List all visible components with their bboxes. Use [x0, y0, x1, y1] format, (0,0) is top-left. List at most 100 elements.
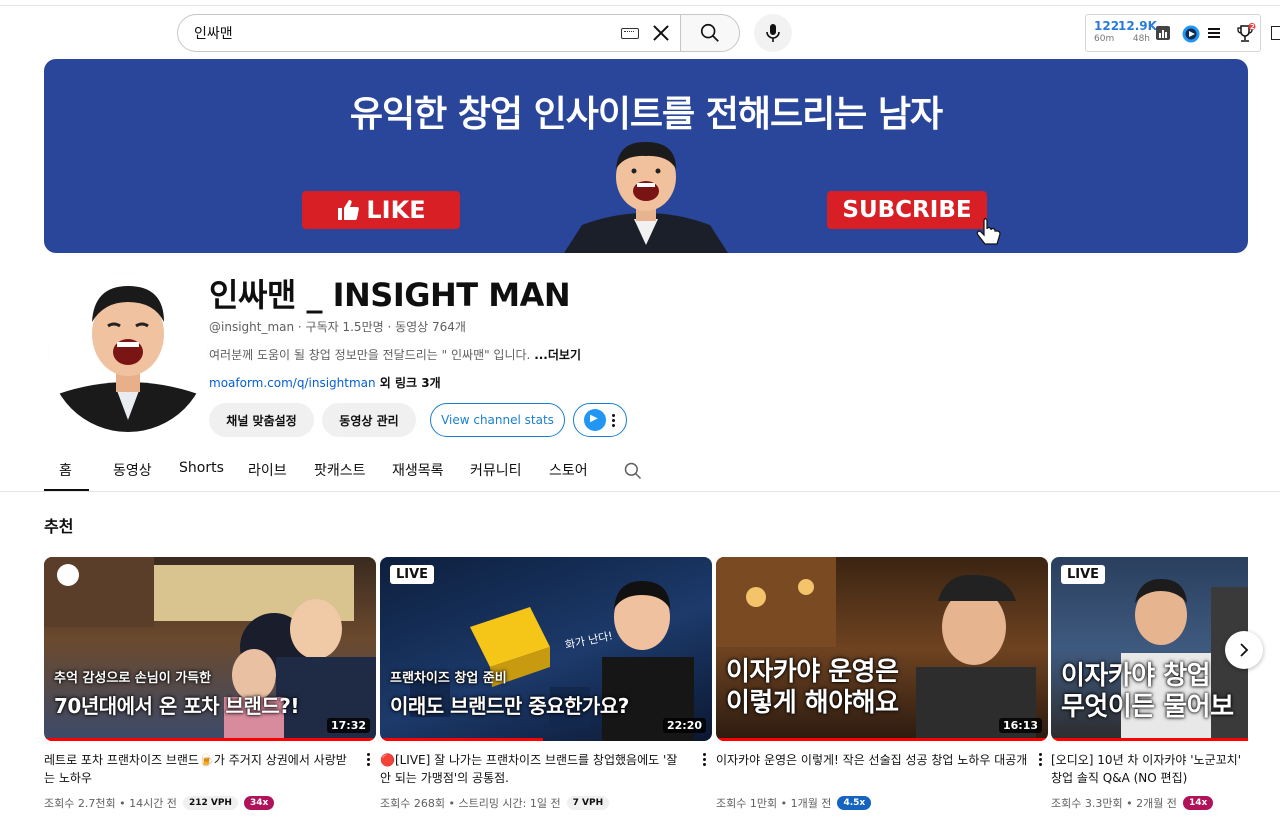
top-divider — [0, 0, 1280, 6]
video-title[interactable]: [오디오] 10년 차 이자카야 '노군꼬치' 창업 솔직 Q&A (NO 편집… — [1051, 751, 1248, 787]
manage-videos-button[interactable]: 동영상 관리 — [322, 403, 416, 437]
caption-small: 프랜차이즈 창업 준비 — [390, 671, 507, 686]
tab-podcasts[interactable]: 팟캐스트 — [314, 460, 366, 480]
banner-subscribe-graphic: SUBCRIBE — [827, 191, 987, 229]
stat-realtime-value: 122 — [1094, 19, 1120, 33]
channel-links: moaform.com/q/insightman 외 링크 3개 — [209, 374, 441, 391]
caption-small: 추억 감성으로 손님이 가득한 — [54, 671, 212, 686]
search-query[interactable]: 인싸맨 — [194, 23, 621, 43]
outlier-badge: 34x — [243, 796, 275, 810]
watch-progress-bar — [44, 738, 376, 741]
banner-title: 유익한 창업 인사이트를 전해드리는 남자 — [349, 94, 943, 135]
caption-large: 이래도 브랜드만 중요한가요? — [390, 694, 629, 718]
channel-meta: @insight_man · 구독자 1.5만명 · 동영상 764개 — [209, 320, 466, 334]
tab-home[interactable]: 홈 — [59, 460, 72, 480]
search-icon — [700, 23, 719, 42]
more-vert-icon[interactable] — [612, 413, 615, 427]
extension-stats-panel: 122 60m 12.9K 48h 2 — [1085, 14, 1261, 52]
microphone-icon — [766, 24, 780, 42]
caption-line1: 이자카야 창업 — [1061, 660, 1211, 691]
watch-progress-bar — [380, 738, 543, 741]
tab-playlists[interactable]: 재생목록 — [392, 460, 444, 480]
caption-large: 70년대에서 온 포차 브랜드?! — [54, 694, 299, 718]
video-thumbnail[interactable]: 추억 감성으로 손님이 가득한 70년대에서 온 포차 브랜드?! 17:32 — [44, 557, 376, 741]
customize-channel-button[interactable]: 채널 맞춤설정 — [209, 403, 314, 437]
video-card[interactable]: 추억 감성으로 손님이 가득한 70년대에서 온 포차 브랜드?! 17:32 … — [44, 557, 376, 811]
video-title[interactable]: 레트로 포차 프랜차이즈 브랜드🍺가 주거지 상권에서 사랑받는 노하우 — [44, 751, 356, 787]
banner-like-label: LIKE — [366, 196, 426, 224]
clear-icon[interactable] — [651, 23, 671, 43]
stat-realtime: 122 60m — [1094, 20, 1119, 44]
channel-name: 인싸맨 _ INSIGHT MAN — [209, 276, 571, 314]
video-duration: 17:32 — [326, 718, 370, 733]
caption-line1: 이자카야 운영은 — [726, 656, 899, 687]
video-thumbnail[interactable]: LIVE 이자카야 창업 무엇이든 물어보 — [1051, 557, 1248, 741]
vph-badge: 212 VPH — [182, 796, 238, 810]
caption-line2: 무엇이든 물어보 — [1061, 691, 1234, 722]
next-arrow-button[interactable] — [1225, 631, 1263, 669]
thumbnail-caption: 이자카야 운영은 이렇게 해야해요 — [726, 657, 899, 719]
video-title[interactable]: 이자카야 운영은 이렇게! 작은 선술집 성공 창업 노하우 대공개 — [716, 751, 1028, 787]
caption-line2: 이렇게 해야해요 — [726, 687, 899, 718]
tab-live[interactable]: 라이브 — [248, 460, 287, 480]
watch-progress-bar — [1051, 738, 1248, 741]
outlier-badge: 14x — [1182, 796, 1214, 810]
more-link[interactable]: ...더보기 — [534, 348, 581, 362]
chevron-right-icon — [1240, 643, 1249, 657]
search-input[interactable]: 인싸맨 — [177, 14, 681, 52]
view-channel-stats-button[interactable]: View channel stats — [430, 403, 565, 437]
voice-search-button[interactable] — [754, 14, 792, 52]
channel-link-url[interactable]: moaform.com/q/insightman — [209, 376, 376, 390]
extension-button[interactable] — [573, 403, 627, 437]
channel-search-icon[interactable] — [623, 461, 643, 481]
video-duration: 22:20 — [662, 718, 706, 733]
thumbnail-caption: 이자카야 창업 무엇이든 물어보 — [1061, 661, 1234, 723]
tab-community[interactable]: 커뮤니티 — [470, 460, 522, 480]
thumbnail-caption: 추억 감성으로 손님이 가득한 70년대에서 온 포차 브랜드?! — [54, 667, 299, 719]
svg-text:화가 난다!: 화가 난다! — [564, 629, 614, 652]
banner-like-graphic: LIKE — [302, 191, 460, 229]
notification-count: 2 — [1250, 23, 1255, 31]
live-badge: LIVE — [1061, 565, 1106, 584]
video-meta-text: 조회수 1만회 • 1개월 전 — [716, 797, 832, 810]
more-vert-icon[interactable] — [367, 753, 370, 766]
channel-avatar[interactable] — [48, 272, 208, 432]
keyboard-icon[interactable] — [621, 27, 639, 39]
tab-store[interactable]: 스토어 — [549, 460, 588, 480]
more-vert-icon[interactable] — [1039, 753, 1042, 766]
video-thumbnail[interactable]: 이자카야 운영은 이렇게 해야해요 16:13 — [716, 557, 1048, 741]
video-meta: 조회수 3.3만회 • 2개월 전 14x — [1051, 795, 1248, 811]
stat-48h: 12.9K 48h — [1118, 19, 1157, 44]
thumbs-up-icon — [338, 200, 360, 220]
banner-person-image — [564, 141, 728, 253]
analytics-icon[interactable] — [1156, 26, 1170, 40]
video-card[interactable]: 화가 난다! LIVE 프랜차이즈 창업 준비 이래도 브랜드만 중요한가요? … — [380, 557, 712, 811]
stat-realtime-period: 60m — [1094, 34, 1115, 44]
video-meta: 조회수 268회 • 스트리밍 시간: 1일 전 7 VPH — [380, 795, 712, 811]
tab-shorts[interactable]: Shorts — [179, 460, 224, 476]
video-title[interactable]: 🔴[LIVE] 잘 나가는 프랜차이즈 브랜드를 창업했음에도 '잘 안 되는 … — [380, 751, 692, 787]
tab-videos[interactable]: 동영상 — [113, 460, 152, 480]
video-card[interactable]: LIVE 이자카야 창업 무엇이든 물어보 [오디오] 10년 차 이자카야 '… — [1051, 557, 1248, 811]
more-vert-icon[interactable] — [703, 753, 706, 766]
video-card[interactable]: 이자카야 운영은 이렇게 해야해요 16:13 이자카야 운영은 이렇게! 작은… — [716, 557, 1048, 811]
sign-out-icon[interactable] — [1271, 26, 1280, 40]
outlier-badge: 4.5x — [837, 796, 872, 810]
video-meta: 조회수 2.7천회 • 14시간 전 212 VPH 34x — [44, 795, 376, 811]
search-button[interactable] — [680, 14, 740, 52]
hand-cursor-icon — [976, 218, 1001, 245]
channel-banner: 유익한 창업 인사이트를 전해드리는 남자 LIKE SUBCRIBE — [44, 59, 1248, 253]
video-meta-text: 조회수 3.3만회 • 2개월 전 — [1051, 797, 1177, 810]
stat-48h-value: 12.9K — [1118, 19, 1157, 33]
video-thumbnail[interactable]: 화가 난다! LIVE 프랜차이즈 창업 준비 이래도 브랜드만 중요한가요? … — [380, 557, 712, 741]
menu-icon[interactable] — [1208, 27, 1220, 39]
extension-logo-icon[interactable] — [1182, 25, 1200, 43]
description-text: 여러분께 도움이 될 창업 정보만을 전달드리는 " 인싸맨" 입니다. — [209, 348, 535, 362]
more-links[interactable]: 외 링크 3개 — [376, 376, 441, 390]
section-title: 추천 — [44, 517, 74, 536]
video-meta: 조회수 1만회 • 1개월 전 4.5x — [716, 795, 1048, 811]
channel-description[interactable]: 여러분께 도움이 될 창업 정보만을 전달드리는 " 인싸맨" 입니다. ...… — [209, 346, 581, 363]
tabs-divider — [0, 491, 1280, 492]
thumbnail-caption: 프랜차이즈 창업 준비 이래도 브랜드만 중요한가요? — [390, 667, 629, 719]
live-badge: LIVE — [390, 565, 435, 584]
